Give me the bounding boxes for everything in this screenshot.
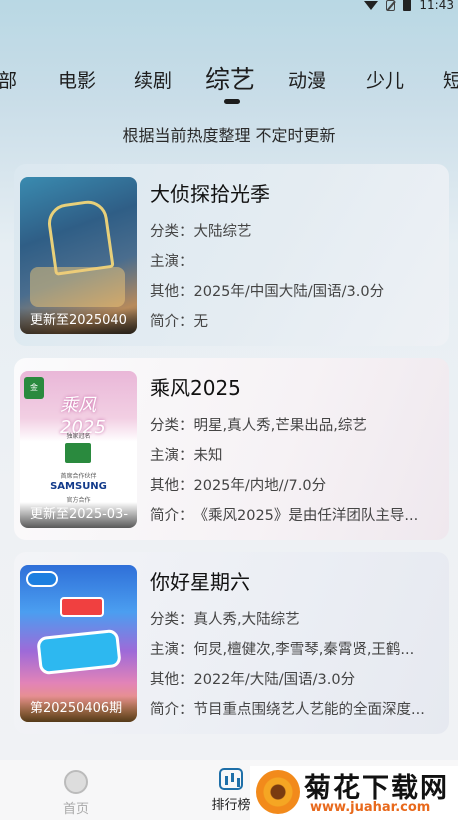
nav-rank-label: 排行榜: [211, 798, 251, 813]
battery-icon: [403, 0, 412, 11]
tab-indicator: [224, 99, 240, 104]
list-item[interactable]: 更新至2025040 大侦探拾光季 分类： 大陆综艺 主演： 其他： 2025年/中…: [14, 164, 449, 346]
intro-row: 简介： 节目重点围绕艺人艺能的全面深度...: [150, 695, 441, 725]
status-icons: 11:43: [364, 0, 454, 12]
poster-image[interactable]: 更新至2025040: [20, 177, 137, 334]
status-bar: 11:43: [0, 0, 458, 14]
poster-artwork: [45, 198, 115, 276]
bar-chart-icon: [219, 768, 243, 790]
intro-value: 节目重点围绕艺人艺能的全面深度...: [193, 702, 425, 718]
list-item[interactable]: 金 乘风2025 独家冠名 首席合作伙伴 SAMSUNG 官方合作 更新至202…: [14, 358, 449, 540]
poster-fine-text: 首席合作伙伴: [60, 473, 97, 480]
item-info: 乘风2025 分类： 明星,真人秀,芒果出品,综艺 主演： 未知 其他： 2025年/…: [150, 372, 441, 531]
other-row: 其他： 2025年/中国大陆/国语/3.0分: [150, 277, 441, 307]
other-value: 2025年/内地//7.0分: [193, 478, 327, 494]
cast-row: 主演：: [150, 254, 194, 270]
other-row: 其他： 2025年/内地//7.0分: [150, 471, 441, 501]
other-row: 其他： 2022年/大陆/国语/3.0分: [150, 665, 441, 695]
poster-artwork: [60, 597, 104, 617]
tab-movies[interactable]: 电影: [58, 66, 96, 93]
list-item[interactable]: 第20250406期 你好星期六 分类： 真人秀,大陆综艺 主演： 何炅,檀健次,李…: [14, 552, 449, 734]
cast-value: 何炅,檀健次,李雪琴,秦霄贤,王鹤...: [193, 642, 415, 658]
cast-row: 主演： 未知: [150, 441, 441, 471]
poster-artwork: [36, 628, 122, 676]
category-row: 分类： 明星,真人秀,芒果出品,综艺: [150, 411, 441, 441]
watermark: 菊花下载网 www.juahar.com: [250, 766, 458, 820]
item-info: 你好星期六 分类： 真人秀,大陆综艺 主演： 何炅,檀健次,李雪琴,秦霄贤,王鹤..…: [150, 566, 441, 725]
tab-anime[interactable]: 动漫: [288, 66, 326, 93]
item-title: 大侦探拾光季: [150, 182, 270, 206]
poster-artwork: [30, 267, 125, 307]
sponsor-text: SAMSUNG: [50, 481, 107, 492]
category-value: 真人秀,大陆综艺: [193, 612, 300, 628]
item-title: 你好星期六: [150, 570, 250, 594]
tab-kids[interactable]: 少儿: [366, 66, 404, 93]
item-title: 乘风2025: [150, 376, 241, 400]
category-value: 明星,真人秀,芒果出品,综艺: [193, 418, 367, 434]
poster-artwork: [26, 571, 58, 587]
intro-value: 《乘风2025》是由任洋团队主导...: [193, 508, 419, 524]
home-icon: [64, 770, 88, 794]
category-row: 分类： 大陆综艺: [150, 217, 441, 247]
category-row: 分类： 真人秀,大陆综艺: [150, 605, 441, 635]
other-value: 2022年/大陆/国语/3.0分: [193, 672, 356, 688]
nav-home-label: 首页: [62, 802, 89, 817]
wifi-icon: [364, 0, 379, 10]
poster-update-label: 更新至2025-03-: [20, 502, 137, 528]
nav-rank[interactable]: 排行榜: [206, 768, 256, 813]
tab-short[interactable]: 短: [443, 66, 458, 93]
brand-logo-icon: 金: [24, 377, 44, 399]
status-time: 11:43: [419, 0, 454, 12]
no-sim-icon: [386, 0, 396, 11]
intro-row: 简介： 《乘风2025》是由任洋团队主导...: [150, 501, 441, 531]
tab-series[interactable]: 续剧: [134, 66, 172, 93]
nav-home[interactable]: 首页: [56, 770, 96, 817]
poster-update-label: 第20250406期: [20, 696, 137, 722]
poster-image[interactable]: 金 乘风2025 独家冠名 首席合作伙伴 SAMSUNG 官方合作 更新至202…: [20, 371, 137, 528]
tab-variety[interactable]: 综艺: [205, 60, 255, 96]
flower-logo-icon: [256, 770, 300, 814]
intro-row: 简介：无: [150, 307, 441, 337]
poster-image[interactable]: 第20250406期: [20, 565, 137, 722]
poster-update-label: 更新至2025040: [20, 308, 137, 334]
cast-value: 未知: [193, 448, 223, 464]
other-value: 2025年/中国大陆/国语/3.0分: [193, 284, 385, 300]
category-value: 大陆综艺: [193, 224, 252, 240]
page-subtitle: 根据当前热度整理 不定时更新: [122, 126, 336, 145]
item-info: 大侦探拾光季 分类： 大陆综艺 主演： 其他： 2025年/中国大陆/国语/3.0分…: [150, 178, 441, 337]
tab-all[interactable]: 部: [0, 66, 17, 93]
cast-row: 主演： 何炅,檀健次,李雪琴,秦霄贤,王鹤...: [150, 635, 441, 665]
watermark-url: www.juahar.com: [310, 800, 431, 815]
poster-fine-text: 独家冠名: [66, 433, 91, 440]
brand-logo-icon: [65, 443, 91, 463]
intro-value: 无: [193, 314, 209, 330]
